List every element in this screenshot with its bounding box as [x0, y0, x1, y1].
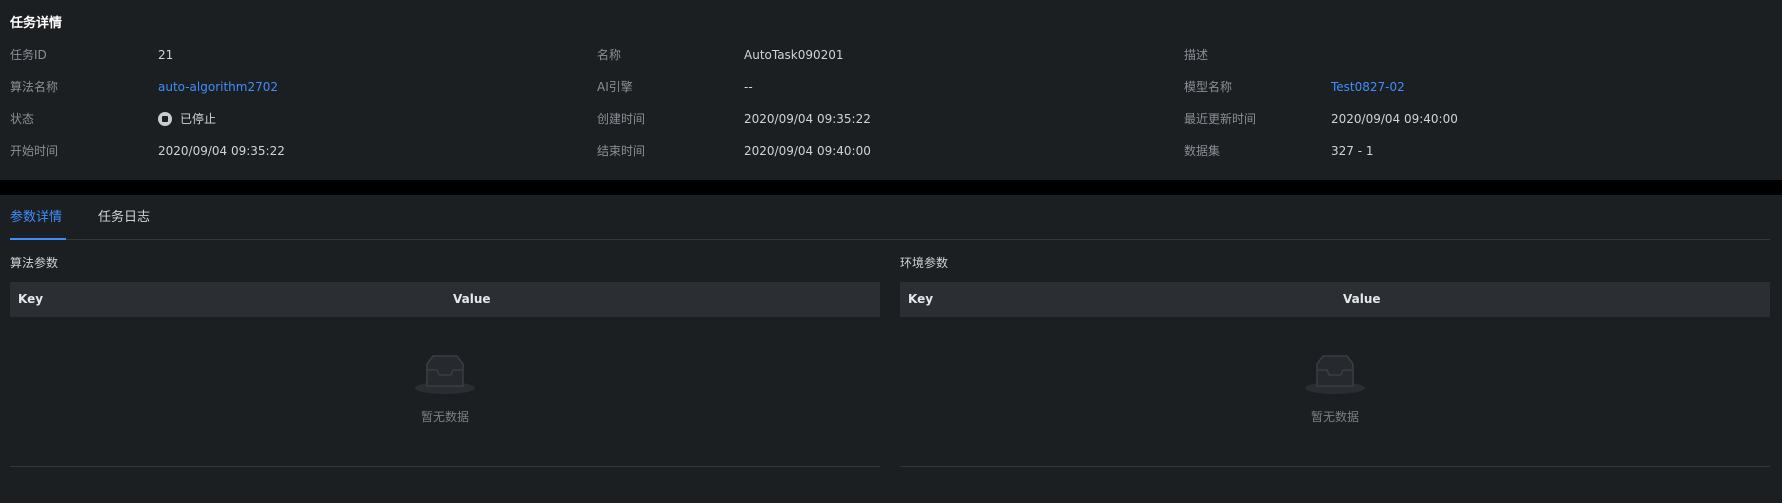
description-label: 描述 [1184, 48, 1209, 62]
empty-text: 暂无数据 [1310, 410, 1359, 424]
last-updated-value: 2020/09/04 09:40:00 [1331, 112, 1458, 126]
stop-circle-icon [158, 112, 172, 126]
task-detail-card: 任务详情 任务ID 21 名称 AutoTask090201 描述 算法名称 a… [0, 0, 1782, 180]
start-time-value: 2020/09/04 09:35:22 [158, 144, 285, 158]
status-text: 已停止 [180, 112, 217, 126]
params-panel: 参数详情 任务日志 算法参数 Key Value 暂无数据 环境参数 Key V… [0, 195, 1782, 503]
tab-param-details[interactable]: 参数详情 [10, 209, 62, 227]
detail-row: 开始时间 2020/09/04 09:35:22 结束时间 2020/09/04… [0, 141, 1782, 161]
created-time-value: 2020/09/04 09:35:22 [744, 112, 871, 126]
section-separator [0, 180, 1782, 195]
detail-grid: 任务ID 21 名称 AutoTask090201 描述 算法名称 auto-a… [0, 0, 1782, 180]
section-title: 环境参数 [900, 256, 949, 270]
detail-row: 算法名称 auto-algorithm2702 AI引擎 -- 模型名称 Tes… [0, 77, 1782, 97]
tab-task-log[interactable]: 任务日志 [98, 209, 150, 227]
status-label: 状态 [10, 112, 35, 126]
dataset-label: 数据集 [1184, 144, 1221, 158]
name-value: AutoTask090201 [744, 48, 844, 62]
start-time-label: 开始时间 [10, 144, 59, 158]
end-time-label: 结束时间 [597, 144, 646, 158]
table-divider [10, 466, 880, 467]
model-name-label: 模型名称 [1184, 80, 1233, 94]
created-time-label: 创建时间 [597, 112, 646, 126]
model-name-link[interactable]: Test0827-02 [1331, 77, 1405, 97]
section-title: 算法参数 [10, 256, 59, 270]
task-id-value: 21 [158, 48, 174, 62]
ai-engine-value: -- [744, 80, 753, 94]
ai-engine-label: AI引擎 [597, 80, 633, 94]
last-updated-label: 最近更新时间 [1184, 112, 1257, 126]
algorithm-params-section: 算法参数 Key Value 暂无数据 [10, 255, 880, 485]
empty-text: 暂无数据 [420, 410, 469, 424]
active-tab-indicator [10, 238, 66, 240]
dataset-value: 327 - 1 [1331, 144, 1374, 158]
status-badge: 已停止 [158, 109, 216, 129]
empty-inbox-icon [1305, 355, 1365, 394]
column-header-key: Key [18, 292, 44, 306]
empty-state: 暂无数据 [900, 317, 1770, 467]
task-id-label: 任务ID [10, 48, 47, 62]
column-header-value: Value [1343, 292, 1381, 306]
empty-state: 暂无数据 [10, 317, 880, 467]
end-time-value: 2020/09/04 09:40:00 [744, 144, 871, 158]
column-header-value: Value [453, 292, 491, 306]
name-label: 名称 [597, 48, 622, 62]
column-header-key: Key [908, 292, 934, 306]
table-header: Key Value [900, 282, 1770, 317]
algorithm-name-link[interactable]: auto-algorithm2702 [158, 77, 278, 97]
env-params-section: 环境参数 Key Value 暂无数据 [900, 255, 1770, 485]
table-header: Key Value [10, 282, 880, 317]
detail-row: 状态 已停止 创建时间 2020/09/04 09:35:22 最近更新时间 2… [0, 109, 1782, 129]
tabs-bar: 参数详情 任务日志 [10, 195, 1770, 240]
empty-inbox-icon [415, 355, 475, 394]
detail-row: 任务ID 21 名称 AutoTask090201 描述 [0, 45, 1782, 65]
table-divider [900, 466, 1770, 467]
algorithm-name-label: 算法名称 [10, 80, 59, 94]
